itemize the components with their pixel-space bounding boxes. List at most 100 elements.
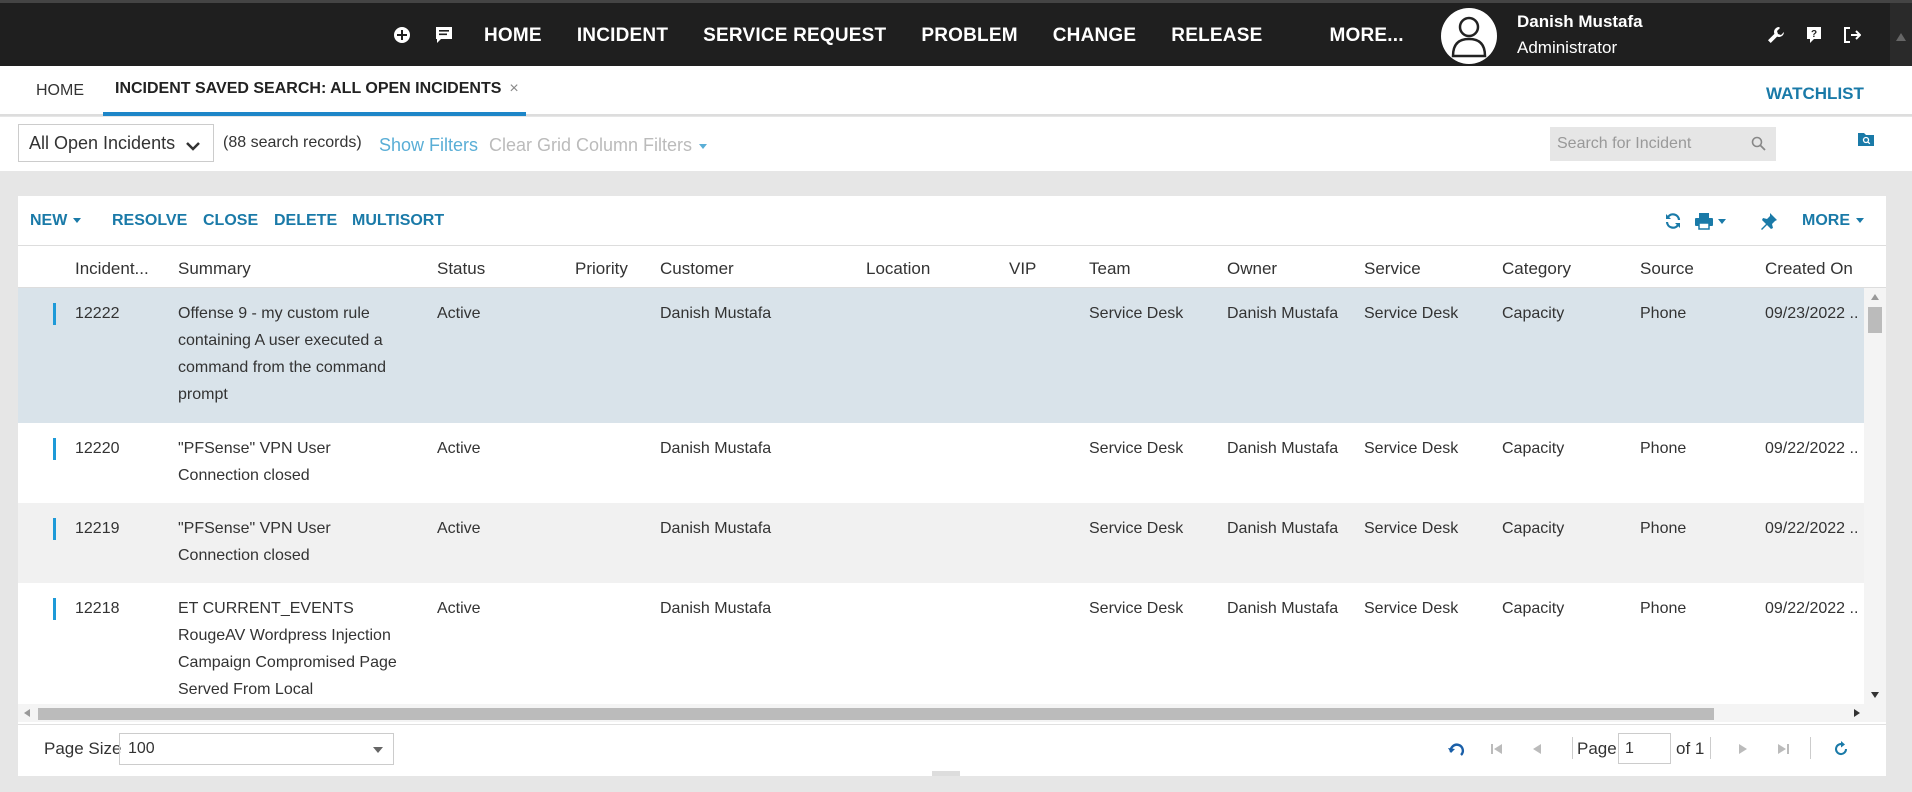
chevron-down-icon [185, 137, 201, 158]
cell-summary[interactable]: ET CURRENT_EVENTS RougeAV Wordpress Inje… [178, 595, 414, 704]
main-menu: HOME INCIDENT SERVICE REQUEST PROBLEM CH… [484, 3, 1439, 69]
column-header-status[interactable]: Status [437, 259, 485, 279]
column-header-priority[interactable]: Priority [575, 259, 628, 279]
undo-icon[interactable] [1446, 739, 1466, 759]
tab-incident-saved-search[interactable]: INCIDENT SAVED SEARCH: ALL OPEN INCIDENT… [103, 66, 526, 116]
cell-customer: Danish Mustafa [660, 600, 772, 617]
nav-incident[interactable]: INCIDENT [577, 25, 668, 47]
scroll-up-icon[interactable] [1871, 294, 1879, 300]
resize-handle[interactable] [932, 771, 960, 776]
first-page-icon[interactable] [1487, 739, 1507, 759]
column-header-category[interactable]: Category [1502, 259, 1571, 279]
table-row[interactable]: 12220 "PFSense" VPN User Connection clos… [18, 423, 1864, 503]
nav-more[interactable]: MORE... [1329, 25, 1403, 47]
previous-page-icon[interactable] [1527, 739, 1547, 759]
delete-button[interactable]: DELETE [274, 212, 337, 230]
search-icon[interactable] [1751, 136, 1766, 156]
page-number-input[interactable]: 1 [1618, 733, 1671, 764]
nav-service-request[interactable]: SERVICE REQUEST [703, 25, 886, 47]
column-header-incident[interactable]: Incident... [75, 259, 149, 279]
cell-summary[interactable]: "PFSense" VPN User Connection closed [178, 435, 414, 489]
grid-header: Incident... Summary Status Priority Cust… [18, 246, 1886, 288]
caret-down-icon [1856, 218, 1864, 224]
cell-created-on: 09/22/2022 .. [1765, 440, 1859, 457]
clear-grid-filters-link[interactable]: Clear Grid Column Filters [489, 135, 708, 156]
cell-owner: Danish Mustafa [1227, 440, 1339, 457]
nav-change[interactable]: CHANGE [1053, 25, 1137, 47]
table-row[interactable]: 12219 "PFSense" VPN User Connection clos… [18, 503, 1864, 583]
cell-service: Service Desk [1364, 520, 1459, 537]
tab-home[interactable]: HOME [36, 66, 84, 116]
cell-created-on: 09/22/2022 .. [1765, 520, 1859, 537]
next-page-icon[interactable] [1733, 739, 1753, 759]
column-header-vip[interactable]: VIP [1009, 259, 1036, 279]
reload-icon[interactable] [1831, 739, 1851, 759]
saved-search-value: All Open Incidents [29, 132, 176, 153]
cell-status: Active [437, 305, 481, 322]
cell-summary[interactable]: "PFSense" VPN User Connection closed [178, 515, 414, 569]
multisort-button[interactable]: MULTISORT [352, 212, 444, 230]
cell-service: Service Desk [1364, 440, 1459, 457]
nav-home[interactable]: HOME [484, 25, 542, 47]
chat-icon[interactable] [434, 25, 454, 45]
watchlist-link[interactable]: WATCHLIST [1766, 84, 1864, 104]
row-indicator [53, 518, 56, 540]
column-header-location[interactable]: Location [866, 259, 930, 279]
logout-icon[interactable] [1842, 25, 1862, 45]
vertical-scrollbar[interactable] [1864, 288, 1886, 704]
cell-source: Phone [1640, 520, 1687, 537]
column-header-customer[interactable]: Customer [660, 259, 734, 279]
scroll-thumb[interactable] [38, 708, 1714, 720]
more-button[interactable]: MORE [1802, 212, 1864, 230]
resolve-button[interactable]: RESOLVE [112, 212, 187, 230]
wrench-icon[interactable] [1766, 25, 1786, 45]
page-size-select[interactable]: 100 [119, 733, 394, 765]
grid-toolbar: NEW RESOLVE CLOSE DELETE MULTISORT MORE [18, 196, 1886, 246]
pagination-bar: Page Size 100 Page 1 of 1 [18, 724, 1886, 770]
cell-status: Active [437, 600, 481, 617]
svg-text:?: ? [1811, 29, 1817, 40]
column-header-service[interactable]: Service [1364, 259, 1421, 279]
last-page-icon[interactable] [1773, 739, 1793, 759]
cell-service: Service Desk [1364, 305, 1459, 322]
help-icon[interactable]: ? [1804, 25, 1824, 45]
new-label: NEW [30, 212, 68, 229]
cell-summary[interactable]: Offense 9 - my custom rule containing A … [178, 300, 414, 408]
add-circle-icon[interactable] [392, 25, 412, 45]
column-header-source[interactable]: Source [1640, 259, 1694, 279]
cell-customer: Danish Mustafa [660, 440, 772, 457]
column-header-summary[interactable]: Summary [178, 259, 251, 279]
refresh-icon[interactable] [1664, 211, 1686, 231]
nav-release[interactable]: RELEASE [1171, 25, 1262, 47]
cell-source: Phone [1640, 305, 1687, 322]
new-button[interactable]: NEW [30, 212, 82, 230]
page-scrollbar[interactable] [1890, 3, 1912, 69]
scroll-right-icon[interactable] [1854, 709, 1860, 717]
scroll-down-icon[interactable] [1871, 692, 1879, 698]
user-profile[interactable]: Danish Mustafa Administrator [1441, 8, 1643, 64]
folder-search-icon[interactable] [1857, 131, 1877, 151]
show-filters-link[interactable]: Show Filters [379, 135, 478, 156]
close-tab-icon[interactable]: × [509, 80, 518, 98]
scroll-left-icon[interactable] [24, 709, 30, 717]
column-header-owner[interactable]: Owner [1227, 259, 1277, 279]
cell-team: Service Desk [1089, 520, 1184, 537]
caret-down-icon [699, 143, 708, 149]
cell-status: Active [437, 520, 481, 537]
scroll-thumb[interactable] [1868, 307, 1882, 333]
cell-source: Phone [1640, 600, 1687, 617]
table-row[interactable]: 12218 ET CURRENT_EVENTS RougeAV Wordpres… [18, 583, 1864, 704]
close-button[interactable]: CLOSE [203, 212, 258, 230]
cell-source: Phone [1640, 440, 1687, 457]
search-input[interactable] [1557, 135, 1747, 153]
print-icon[interactable] [1694, 211, 1732, 231]
nav-problem[interactable]: PROBLEM [921, 25, 1017, 47]
avatar[interactable] [1441, 8, 1497, 64]
pin-icon[interactable] [1760, 211, 1782, 231]
incident-grid-panel: NEW RESOLVE CLOSE DELETE MULTISORT MORE … [18, 196, 1886, 776]
column-header-created-on[interactable]: Created On [1765, 259, 1853, 279]
column-header-team[interactable]: Team [1089, 259, 1131, 279]
table-row[interactable]: 12222 Offense 9 - my custom rule contain… [18, 288, 1864, 423]
saved-search-select[interactable]: All Open Incidents [18, 124, 214, 162]
horizontal-scrollbar[interactable] [18, 704, 1886, 722]
